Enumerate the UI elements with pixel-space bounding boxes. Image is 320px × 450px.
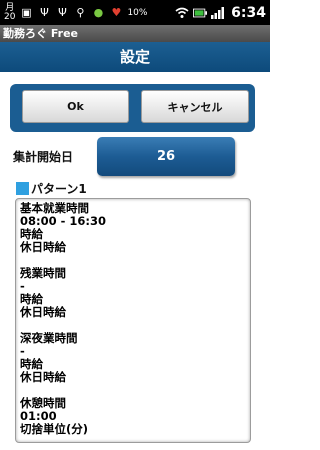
usb-debug-icon: ⚲ — [76, 6, 85, 19]
detail-line: 深夜業時間 — [20, 331, 78, 345]
ok-button[interactable]: Ok — [22, 90, 129, 123]
signal-icon — [211, 6, 225, 20]
detail-line: 休日時給 — [20, 305, 66, 319]
page-title: 設定 — [0, 42, 270, 72]
status-date: 月 20 — [4, 3, 16, 22]
battery-charging-icon — [193, 6, 208, 20]
detail-line: - — [20, 344, 25, 358]
start-day-label: 集計開始日 — [13, 150, 74, 164]
battery-percent: 10% — [127, 7, 148, 18]
detail-line: 残業時間 — [20, 266, 66, 280]
detail-line: 切捨単位(分) — [20, 422, 89, 436]
app-title-bar: 勤務ろぐ Free — [0, 25, 270, 42]
detail-line: - — [20, 279, 25, 293]
status-time: 6:34 — [231, 4, 266, 21]
detail-line: 08:00 - 16:30 — [20, 214, 106, 228]
detail-line: 休日時給 — [20, 240, 66, 254]
status-bar-right: 6:34 — [175, 5, 266, 21]
status-bar: 月 20 ▣ Ψ Ψ ⚲ ● ♥ 10% 6:34 — [0, 0, 270, 25]
battery-warning-icon: ♥ — [111, 6, 122, 19]
status-bar-left: 月 20 ▣ Ψ Ψ ⚲ ● ♥ 10% — [4, 3, 148, 22]
cancel-button[interactable]: キャンセル — [141, 90, 249, 123]
pattern-color-swatch — [16, 182, 29, 195]
android-icon: ▣ — [21, 6, 32, 19]
start-day-button[interactable]: 26 — [97, 137, 235, 176]
button-panel: Ok キャンセル — [10, 84, 255, 132]
status-date-day: 20 — [4, 11, 16, 22]
pattern-label-row: パターン1 — [16, 180, 87, 197]
app-notification-icon: ● — [93, 6, 104, 19]
pattern-detail-textarea[interactable]: 基本就業時間 08:00 - 16:30 時給 休日時給 残業時間 - 時給 休日時給 深夜業時… — [15, 198, 251, 443]
detail-line: 休日時給 — [20, 370, 66, 384]
pattern-label: パターン1 — [31, 182, 87, 196]
usb-icon: Ψ — [40, 6, 49, 19]
wifi-icon — [175, 6, 189, 20]
usb-icon: Ψ — [58, 6, 67, 19]
